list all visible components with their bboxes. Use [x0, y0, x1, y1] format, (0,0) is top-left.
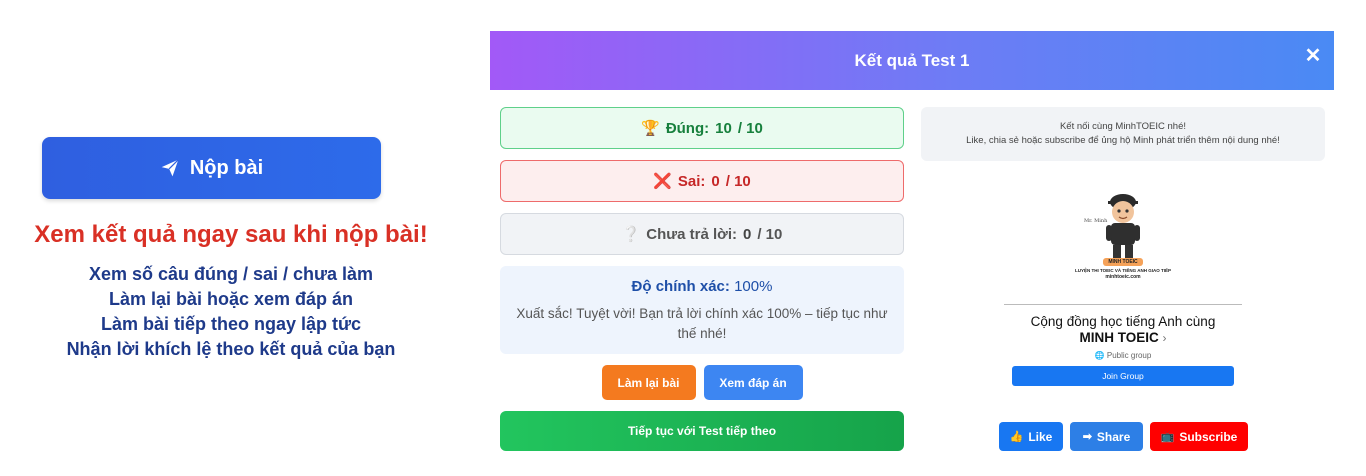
correct-total: / 10 — [737, 119, 763, 137]
result-modal: Kết quả Test 1 ✕ 🏆 Đúng: 10 / 10 ❌ Sai: … — [490, 31, 1334, 476]
unanswered-count: 0 — [743, 225, 752, 243]
promo-bullet-list: Xem số câu đúng / sai / chưa làm Làm lại… — [0, 262, 462, 362]
wrong-count: 0 — [711, 172, 720, 190]
paper-plane-icon — [161, 159, 179, 177]
next-test-button[interactable]: Tiếp tục với Test tiếp theo — [500, 411, 904, 451]
correct-count: 10 — [715, 119, 732, 137]
share-arrow-icon: ➡ — [1082, 431, 1092, 443]
unanswered-label: Chưa trả lời: — [646, 225, 737, 243]
group-cover-image: Mr. Minh MINH TOEIC LUYỆN THI TOEIC VÀ T… — [1004, 186, 1242, 304]
accuracy-box: Độ chính xác: 100% Xuất sắc! Tuyệt vời! … — [500, 266, 904, 354]
modal-title: Kết quả Test 1 — [854, 50, 970, 70]
submit-label: Nộp bài — [189, 156, 264, 179]
results-column: 🏆 Đúng: 10 / 10 ❌ Sai: 0 / 10 ❔ Chưa trả… — [500, 107, 904, 451]
thumbs-up-icon: 👍 — [1009, 431, 1024, 443]
facebook-group-card[interactable]: Mr. Minh MINH TOEIC LUYỆN THI TOEIC VÀ T… — [1004, 186, 1242, 398]
social-buttons: 👍 Like ➡ Share 📺 Subscribe — [999, 422, 1248, 451]
wrong-label: Sai: — [677, 172, 706, 190]
promo-bullet: Nhận lời khích lệ theo kết quả của bạn — [66, 339, 396, 359]
social-column: Kết nối cùng MinhTOEIC nhé! Like, chia s… — [921, 107, 1325, 451]
like-label: Like — [1028, 429, 1053, 444]
brand-site: minhtoeic.com — [1105, 274, 1141, 280]
view-answers-button[interactable]: Xem đáp án — [703, 365, 803, 400]
share-button[interactable]: ➡ Share — [1070, 422, 1143, 451]
group-name-line2: MINH TOEIC — [1079, 330, 1159, 345]
accuracy-label: Độ chính xác: — [631, 278, 730, 295]
connect-box: Kết nối cùng MinhTOEIC nhé! Like, chia s… — [921, 107, 1325, 161]
subscribe-button[interactable]: 📺 Subscribe — [1150, 422, 1248, 451]
retry-button[interactable]: Làm lại bài — [601, 365, 696, 400]
mascot-icon — [1106, 194, 1140, 259]
accuracy-value: 100% — [734, 278, 773, 295]
group-name-line1: Cộng đồng học tiếng Anh cùng — [1030, 314, 1216, 329]
modal-header: Kết quả Test 1 ✕ — [490, 31, 1334, 90]
page: Nộp bài Xem kết quả ngay sau khi nộp bài… — [0, 0, 1366, 476]
subscribe-label: Subscribe — [1179, 429, 1238, 444]
submit-button[interactable]: Nộp bài — [42, 137, 381, 199]
correct-label: Đúng: — [665, 119, 710, 137]
group-privacy: 🌐 Public group — [1004, 351, 1242, 360]
action-buttons: Làm lại bài Xem đáp án — [500, 365, 904, 400]
unanswered-stat: ❔ Chưa trả lời: 0 / 10 — [500, 213, 904, 255]
correct-stat: 🏆 Đúng: 10 / 10 — [500, 107, 904, 149]
question-icon: ❔ — [621, 226, 641, 243]
wrong-total: / 10 — [725, 172, 751, 190]
unanswered-total: / 10 — [757, 225, 783, 243]
privacy-label: Public group — [1106, 351, 1152, 360]
connect-subtext: Like, chia sẻ hoặc subscribe để ủng hộ M… — [966, 135, 1280, 146]
promo-title: Xem kết quả ngay sau khi nộp bài! — [34, 221, 428, 248]
encouragement-message: Xuất sắc! Tuyệt vời! Bạn trả lời chính x… — [516, 306, 888, 341]
promo-bullet: Xem số câu đúng / sai / chưa làm — [88, 264, 374, 284]
brand-badge: MINH TOEIC — [1103, 258, 1143, 266]
wrong-stat: ❌ Sai: 0 / 10 — [500, 160, 904, 202]
promo-bullet: Làm bài tiếp theo ngay lập tức — [100, 314, 362, 334]
trophy-icon: 🏆 — [641, 120, 660, 137]
like-button[interactable]: 👍 Like — [999, 422, 1063, 451]
share-label: Share — [1096, 429, 1131, 444]
mascot-name: Mr. Minh — [1084, 218, 1108, 224]
accuracy-line: Độ chính xác: 100% — [500, 278, 904, 295]
tv-icon: 📺 — [1160, 431, 1175, 443]
group-name[interactable]: Cộng đồng học tiếng Anh cùng MINH TOEIC … — [1004, 314, 1242, 346]
close-icon[interactable]: ✕ — [1301, 43, 1325, 67]
chevron-right-icon: › — [1162, 331, 1167, 345]
connect-heading: Kết nối cùng MinhTOEIC nhé! — [1059, 121, 1187, 132]
globe-icon: 🌐 — [1094, 351, 1105, 360]
promo-bullet: Làm lại bài hoặc xem đáp án — [108, 289, 354, 309]
join-group-button[interactable]: Join Group — [1012, 366, 1234, 386]
brand-tagline: LUYỆN THI TOEIC VÀ TIẾNG ANH GIAO TIẾP — [1074, 268, 1171, 273]
cross-icon: ❌ — [653, 173, 672, 190]
divider — [1004, 304, 1242, 305]
